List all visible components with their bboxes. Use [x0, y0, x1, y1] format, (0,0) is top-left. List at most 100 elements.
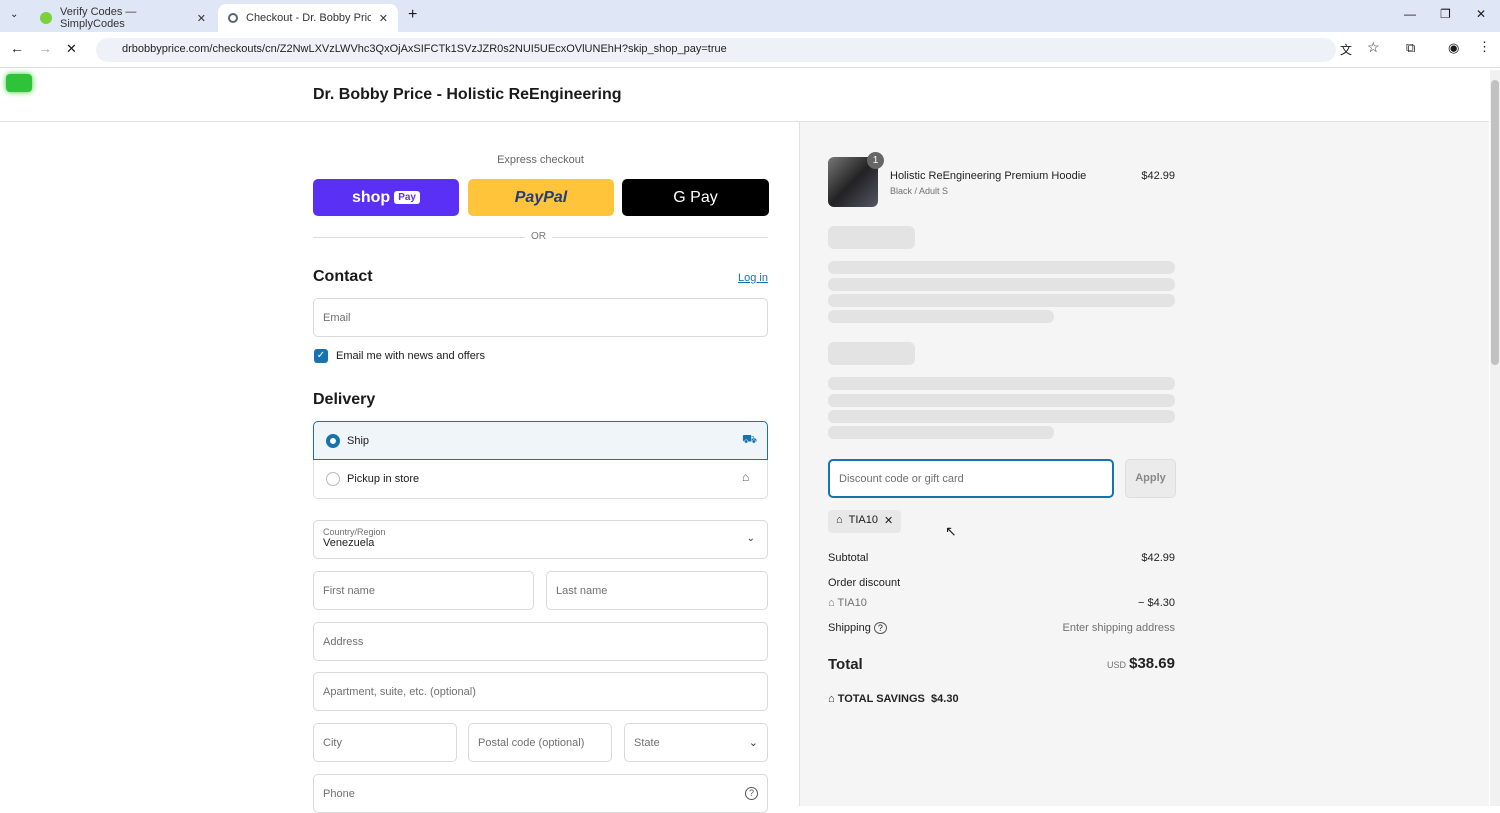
- ship-radio[interactable]: [326, 434, 340, 448]
- skeleton: [828, 261, 1175, 274]
- total-label: Total: [828, 656, 863, 673]
- quantity-badge: 1: [867, 152, 884, 169]
- scrollbar[interactable]: [1490, 70, 1500, 806]
- skeleton: [828, 310, 1054, 323]
- news-checkbox[interactable]: ✓: [314, 349, 328, 363]
- state-select[interactable]: State ⌄: [624, 723, 768, 762]
- pickup-label: Pickup in store: [347, 473, 420, 485]
- or-label: OR: [525, 231, 552, 242]
- shop-label: shop: [351, 188, 391, 206]
- paypal-button[interactable]: PayPal: [468, 179, 614, 216]
- delivery-heading: Delivery: [313, 391, 376, 408]
- close-window-icon[interactable]: ✕: [1476, 7, 1486, 21]
- shop-pay-button[interactable]: shop Pay: [313, 179, 459, 216]
- back-icon[interactable]: ←: [10, 40, 24, 56]
- simplycodes-icon: [40, 12, 52, 24]
- minimize-icon[interactable]: —: [1404, 7, 1416, 21]
- pickup-option[interactable]: Pickup in store ⌂: [313, 460, 768, 499]
- forward-icon[interactable]: →: [38, 40, 52, 56]
- skeleton: [828, 294, 1175, 307]
- scrollbar-thumb[interactable]: [1491, 80, 1499, 365]
- phone-placeholder: Phone: [323, 787, 355, 800]
- subtotal-label: Subtotal: [828, 552, 869, 564]
- skeleton: [828, 377, 1175, 390]
- savings-value: $4.30: [931, 693, 959, 705]
- help-icon[interactable]: ?: [745, 787, 758, 800]
- apply-button[interactable]: Apply: [1125, 459, 1176, 498]
- postal-code-field[interactable]: Postal code (optional): [468, 723, 612, 762]
- discount-placeholder: Discount code or gift card: [839, 472, 964, 485]
- pickup-radio[interactable]: [326, 472, 340, 486]
- savings-tag-icon: ⌂: [828, 693, 838, 705]
- savings-label: TOTAL SAVINGS: [837, 693, 925, 705]
- skeleton: [828, 410, 1175, 423]
- close-tab-icon[interactable]: ✕: [379, 12, 388, 25]
- city-placeholder: City: [323, 736, 342, 749]
- paypal-label: PayPal: [514, 188, 568, 206]
- currency-label: USD: [1107, 660, 1127, 670]
- country-label: Country/Region: [323, 527, 386, 537]
- city-field[interactable]: City: [313, 723, 457, 762]
- product-price: $42.99: [1141, 170, 1175, 182]
- menu-icon[interactable]: ⋮: [1478, 39, 1491, 55]
- chevron-down-icon: ⌄: [746, 533, 755, 544]
- chevron-down-icon: ⌄: [748, 737, 758, 749]
- store-name[interactable]: Dr. Bobby Price - Holistic ReEngineering: [313, 86, 622, 104]
- order-summary: 1 Holistic ReEngineering Premium Hoodie …: [799, 122, 1489, 806]
- first-name-placeholder: First name: [323, 584, 375, 597]
- tab-list-icon[interactable]: ⌄: [10, 9, 18, 20]
- google-pay-button[interactable]: G Pay: [622, 179, 769, 216]
- address-field[interactable]: Address: [313, 622, 768, 661]
- tab-simplycodes[interactable]: Verify Codes — SimplyCodes ✕: [30, 4, 216, 32]
- country-select[interactable]: Country/Region Venezuela ⌄: [313, 520, 768, 559]
- restore-icon[interactable]: ❐: [1440, 7, 1451, 21]
- remove-discount-icon[interactable]: ✕: [884, 514, 893, 529]
- first-name-field[interactable]: First name: [313, 571, 534, 610]
- bookmark-star-icon[interactable]: ☆: [1367, 39, 1380, 56]
- last-name-placeholder: Last name: [556, 584, 608, 597]
- express-checkout-title: Express checkout: [497, 154, 584, 166]
- stop-icon[interactable]: ✕: [66, 41, 77, 57]
- pay-badge: Pay: [394, 191, 420, 204]
- extensions-icon[interactable]: ⧉: [1406, 40, 1415, 56]
- discount-tag-code: TIA10: [848, 514, 879, 526]
- help-icon[interactable]: ?: [873, 622, 887, 634]
- tab-label: Checkout - Dr. Bobby Price - Ho: [246, 12, 371, 24]
- tag-icon: ⌂: [836, 514, 843, 526]
- new-tab-icon[interactable]: +: [408, 6, 417, 24]
- profile-icon[interactable]: ◉: [1448, 40, 1459, 56]
- product-variant: Black / Adult S: [890, 186, 949, 196]
- ship-option[interactable]: Ship ⛟: [313, 421, 768, 460]
- tab-bar: ⌄ Verify Codes — SimplyCodes ✕ Checkout …: [0, 0, 1500, 32]
- tab-checkout[interactable]: Checkout - Dr. Bobby Price - Ho ✕: [218, 4, 398, 32]
- last-name-field[interactable]: Last name: [546, 571, 768, 610]
- extension-badge[interactable]: [6, 74, 32, 92]
- url-input[interactable]: drbobbyprice.com/checkouts/cn/Z2NwLXVzLW…: [96, 38, 1336, 62]
- skeleton: [828, 226, 915, 249]
- login-link[interactable]: Log in: [738, 272, 768, 284]
- apartment-placeholder: Apartment, suite, etc. (optional): [323, 685, 476, 698]
- phone-field[interactable]: Phone?: [313, 774, 768, 813]
- skeleton: [828, 342, 915, 365]
- news-label: Email me with news and offers: [336, 350, 485, 362]
- product-name: Holistic ReEngineering Premium Hoodie: [890, 170, 1087, 182]
- country-value: Venezuela: [323, 537, 375, 549]
- close-tab-icon[interactable]: ✕: [197, 12, 206, 25]
- total-value: $38.69: [1129, 655, 1175, 672]
- contact-heading: Contact: [313, 268, 373, 285]
- translate-icon[interactable]: 文: [1340, 41, 1352, 58]
- email-field[interactable]: Email: [313, 298, 768, 337]
- store-icon: ⌂: [742, 470, 750, 484]
- shipping-label: Shipping: [828, 622, 871, 634]
- discount-code: TIA10: [837, 597, 867, 609]
- shipping-value: Enter shipping address: [1062, 622, 1175, 634]
- tag-icon: ⌂: [828, 597, 838, 609]
- truck-icon: ⛟: [742, 432, 758, 446]
- url-text: drbobbyprice.com/checkouts/cn/Z2NwLXVzLW…: [122, 43, 727, 55]
- address-placeholder: Address: [323, 635, 364, 648]
- ship-label: Ship: [347, 435, 370, 447]
- mouse-cursor: ↖: [945, 523, 957, 539]
- discount-input[interactable]: Discount code or gift card: [828, 459, 1114, 498]
- apartment-field[interactable]: Apartment, suite, etc. (optional): [313, 672, 768, 711]
- email-placeholder: Email: [323, 311, 351, 324]
